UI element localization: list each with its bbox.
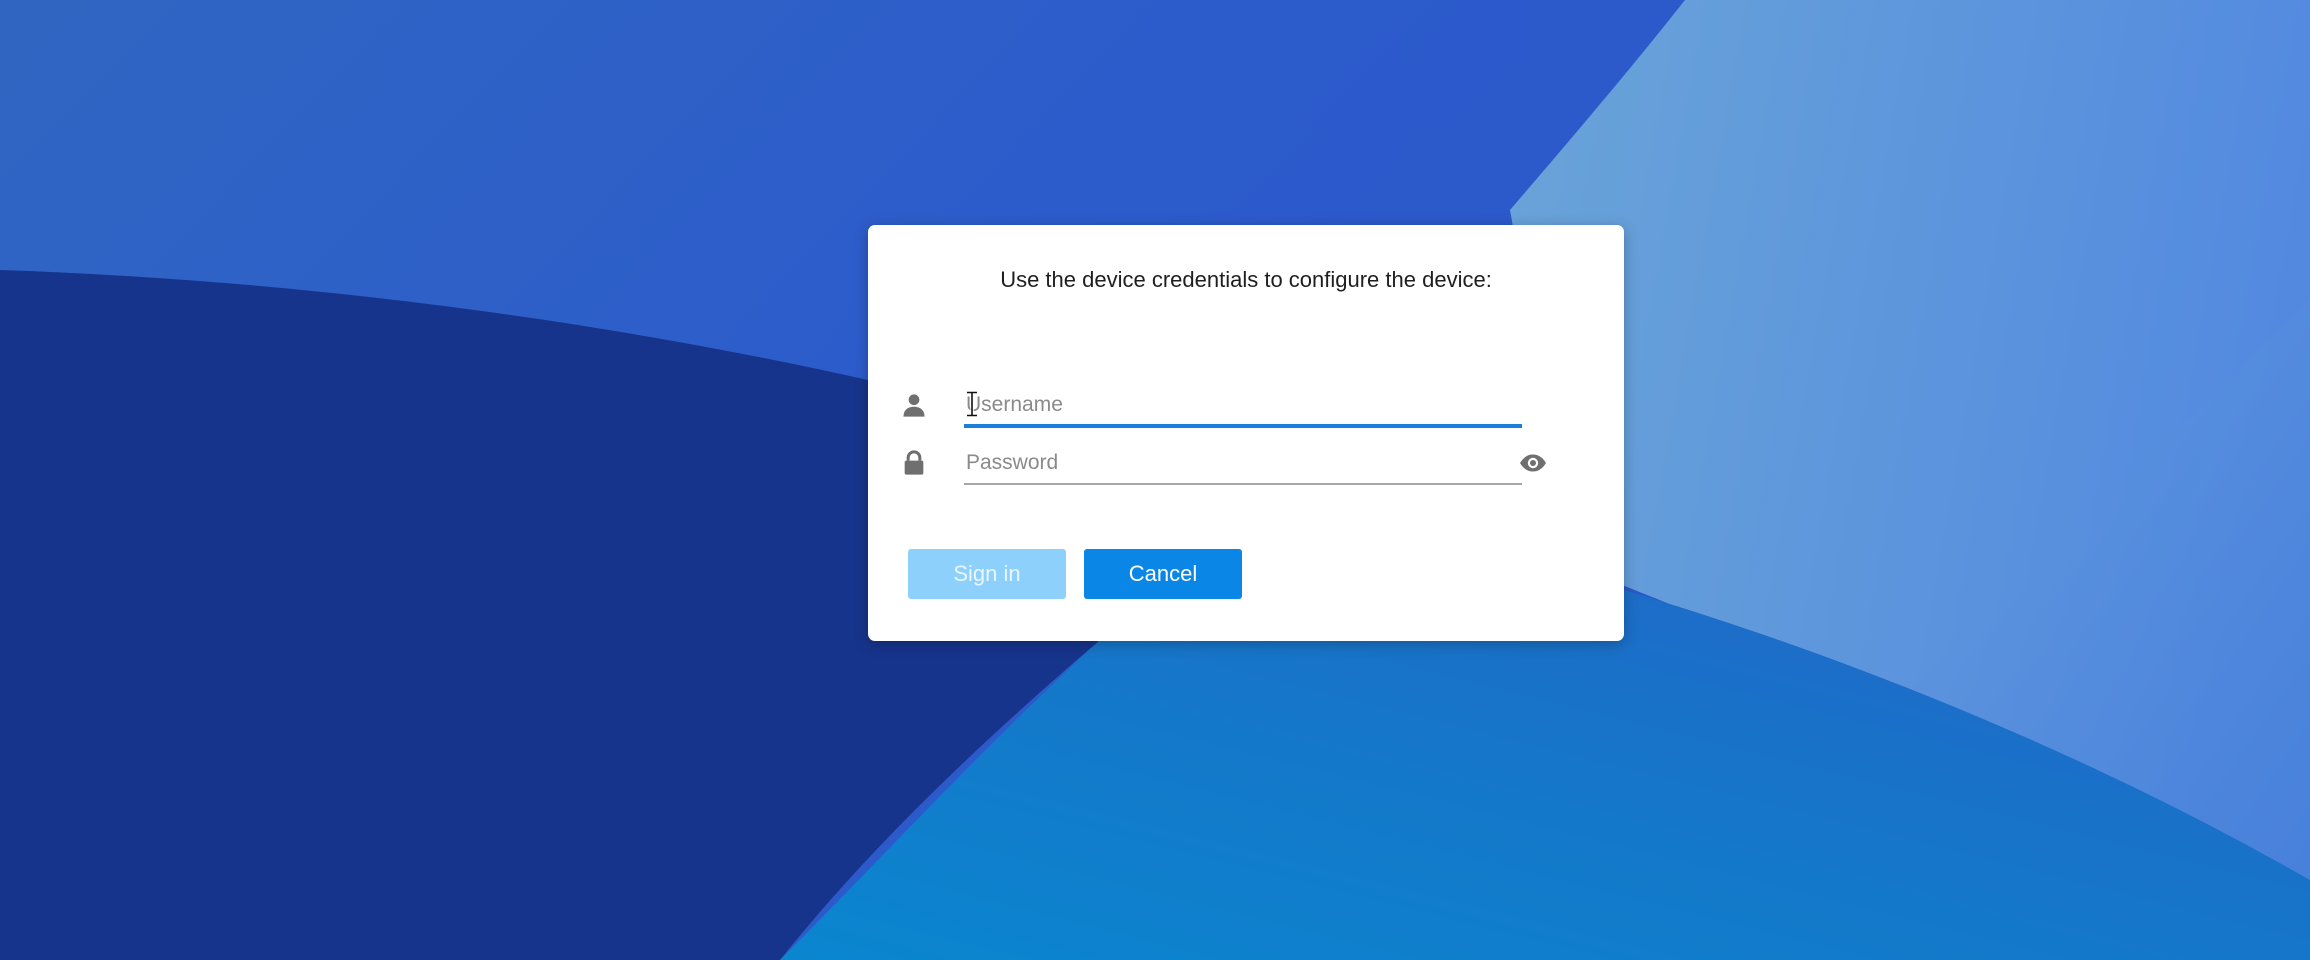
sign-in-button[interactable]: Sign in	[908, 549, 1066, 599]
eye-icon[interactable]	[1518, 451, 1548, 475]
dialog-title: Use the device credentials to configure …	[1000, 267, 1492, 292]
user-icon	[903, 394, 925, 417]
cancel-button[interactable]: Cancel	[1084, 549, 1242, 599]
password-input[interactable]	[964, 443, 1522, 483]
login-dialog: Use the device credentials to configure …	[868, 225, 1624, 641]
lock-icon	[904, 450, 924, 475]
username-input[interactable]	[964, 385, 1522, 425]
password-underline	[964, 483, 1522, 485]
username-underline	[964, 424, 1522, 428]
username-field	[900, 385, 1532, 431]
password-field	[900, 443, 1546, 489]
